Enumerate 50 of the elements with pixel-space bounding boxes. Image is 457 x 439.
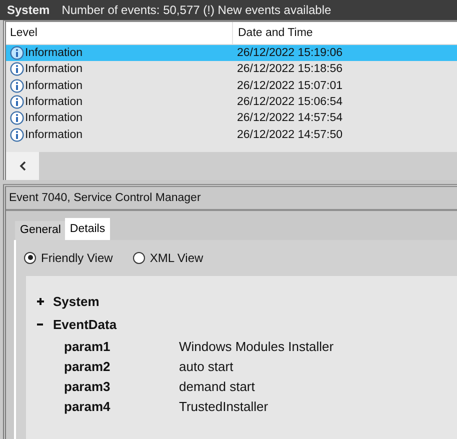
table-row[interactable]: Information 26/12/2022 14:57:50: [6, 126, 457, 143]
radio-button[interactable]: [24, 252, 36, 264]
plus-icon[interactable]: [37, 298, 44, 305]
table-cell-text: 26/12/2022 15:07:01: [236, 80, 343, 92]
info-icon: [10, 46, 24, 60]
table-cell-text: 26/12/2022 14:57:54: [236, 112, 343, 124]
table-row[interactable]: Information 26/12/2022 15:07:01: [6, 78, 457, 94]
param-name: param3: [63, 378, 112, 394]
event-title: Event 7040, Service Control Manager: [9, 192, 201, 204]
horizontal-scrollbar[interactable]: [6, 152, 457, 180]
radio-label[interactable]: Friendly View: [41, 250, 113, 264]
tree-node-label[interactable]: System: [53, 294, 100, 309]
log-name: System: [7, 3, 50, 17]
minus-icon[interactable]: [37, 321, 44, 328]
chevron-left-icon: [18, 161, 26, 171]
param-value: auto start: [179, 358, 234, 374]
table-cell: Information: [25, 96, 83, 108]
table-cell: Information: [25, 128, 83, 141]
table-cell: Information: [25, 63, 83, 76]
info-icon: [10, 62, 24, 76]
param-name: param1: [63, 338, 112, 354]
radio-label[interactable]: XML View: [150, 250, 204, 264]
info-icon: [10, 78, 24, 93]
tab[interactable]: General: [15, 221, 65, 240]
param-value: demand start: [179, 378, 255, 394]
table-row[interactable]: Information 26/12/2022 14:57:54: [6, 110, 457, 126]
table-cell-text: 26/12/2022 15:19:06: [236, 47, 343, 60]
param-name: param2: [63, 358, 112, 374]
column-header[interactable]: Level: [6, 22, 233, 44]
table-cell: Information: [25, 112, 83, 124]
param-name: param4: [63, 398, 112, 414]
info-icon: [10, 111, 24, 126]
param-value: TrustedInstaller: [179, 398, 268, 414]
table-cell-text: 26/12/2022 15:18:56: [236, 63, 343, 76]
table-cell-text: 26/12/2022 14:57:50: [236, 128, 343, 141]
column-header[interactable]: Date and Time: [233, 27, 313, 39]
scroll-left-button[interactable]: [6, 152, 39, 180]
table-row[interactable]: Information 26/12/2022 15:06:54: [6, 94, 457, 110]
tree-node-label[interactable]: EventData: [53, 317, 117, 332]
radio-button[interactable]: [132, 252, 145, 264]
table-cell-text: 26/12/2022 15:06:54: [236, 96, 343, 108]
info-icon: [10, 95, 24, 110]
table-row[interactable]: Information 26/12/2022 15:19:06: [6, 45, 457, 62]
tab[interactable]: Details: [64, 218, 110, 240]
event-count-status: Number of events: 50,577 (!) New events available: [62, 3, 332, 17]
table-cell: Information: [25, 47, 83, 60]
table-row[interactable]: Information 26/12/2022 15:18:56: [6, 61, 457, 78]
table-cell: Information: [25, 80, 83, 92]
info-icon: [10, 128, 24, 142]
param-value: Windows Modules Installer: [179, 338, 334, 354]
